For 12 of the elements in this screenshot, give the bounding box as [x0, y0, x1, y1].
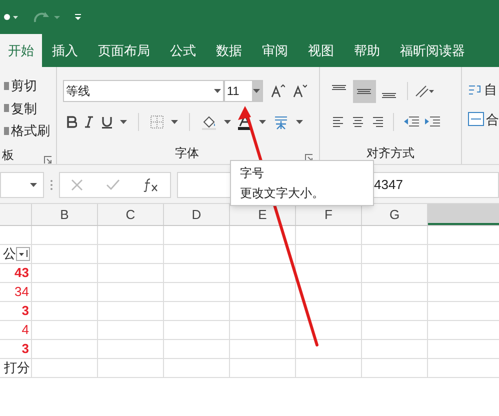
table-cell: 4 [0, 321, 32, 339]
group-label: 字体 [174, 145, 199, 162]
tooltip-title: 字号 [240, 165, 265, 182]
tooltip-description: 更改文字大小。 [240, 185, 325, 202]
table-cell: 3 [0, 340, 32, 358]
group-label: 板 [2, 146, 14, 164]
group-label: 对齐方式 [366, 145, 414, 162]
table-cell: 3 [0, 302, 32, 320]
table-cell: 43 [0, 264, 32, 282]
table-cell: 34 [0, 283, 32, 301]
table-cell: 公 [0, 245, 32, 263]
table-cell: 打分 [0, 359, 32, 377]
